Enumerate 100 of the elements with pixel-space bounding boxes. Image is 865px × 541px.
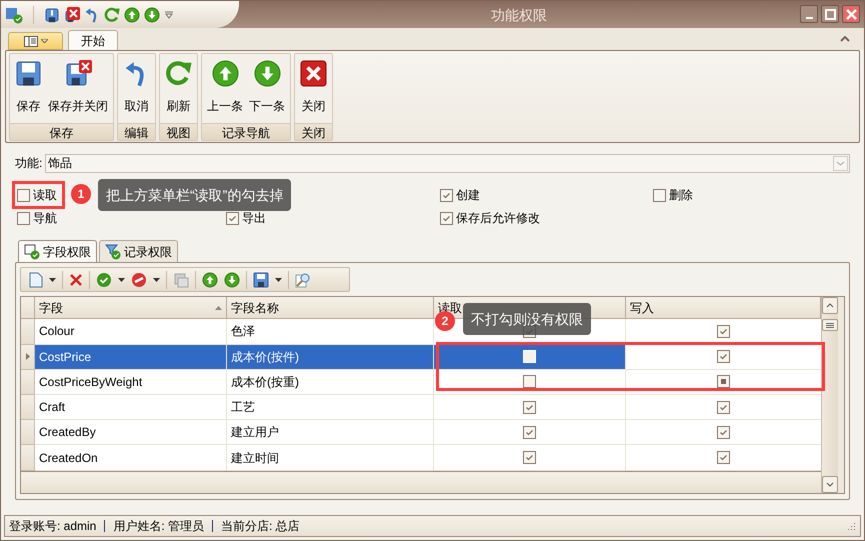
row-header-cell [21, 297, 35, 320]
checkbox-label: 删除 [669, 187, 693, 204]
app-icon[interactable] [5, 6, 23, 24]
checkbox[interactable] [717, 451, 730, 464]
checkbox[interactable] [717, 375, 730, 388]
maximize-icon [824, 8, 836, 20]
refresh-arrow-icon[interactable] [104, 6, 120, 22]
floppy-disk-x-icon[interactable] [64, 6, 80, 22]
collapse-ribbon-icon[interactable] [840, 36, 850, 42]
grip-icon [826, 322, 834, 328]
ribbon-group-label: 视图 [160, 123, 197, 140]
checkbox-label: 导出 [242, 210, 266, 227]
checkbox[interactable] [717, 426, 730, 439]
ribbon-group-label: 保存 [10, 123, 113, 140]
checkbox[interactable] [523, 400, 536, 414]
field-check-icon [24, 244, 40, 260]
current-row-icon [26, 353, 30, 360]
ribbon-button[interactable]: 保存 [12, 54, 45, 123]
caret-icon [40, 39, 48, 43]
callout-tooltip: 不打勾则没有权限 [463, 303, 591, 335]
refresh-arrow-icon [165, 60, 192, 87]
column-header-label: 字段 [39, 300, 63, 317]
column-header-label: 写入 [630, 300, 654, 317]
checkbox[interactable] [717, 350, 730, 364]
table-cell: 成本价(按件) [227, 344, 434, 370]
checkbox[interactable] [653, 188, 666, 202]
ribbon-group-label: 关闭 [295, 123, 332, 140]
funnel-check-icon [105, 244, 121, 260]
field-label: 功能: [15, 155, 44, 172]
application-menu-button[interactable] [8, 32, 63, 50]
checkbox[interactable] [17, 188, 30, 202]
checkbox[interactable] [523, 451, 536, 464]
chevron-up-icon [826, 303, 834, 308]
field-value: 饰品 [48, 155, 72, 172]
status-text: 当前分店: 总店 [221, 518, 300, 535]
ribbon-button[interactable]: 取消 [120, 54, 153, 123]
scroll-down-button[interactable] [822, 476, 838, 493]
chevron-down-icon [826, 482, 834, 487]
checkbox[interactable] [717, 400, 730, 414]
minimize-button[interactable] [800, 5, 818, 23]
checkbox-label: 读取 [33, 187, 57, 204]
checkbox[interactable] [17, 212, 30, 224]
checkbox-label: 创建 [456, 187, 480, 204]
window-title: 功能权限 [491, 6, 547, 25]
ribbon-button[interactable]: 上一条 [204, 54, 246, 123]
row-header-cell[interactable] [21, 370, 35, 395]
new-document-icon[interactable] [29, 272, 43, 288]
ribbon-tab[interactable]: 开始 [68, 30, 118, 50]
row-header-cell[interactable] [21, 394, 35, 420]
checkbox[interactable] [523, 426, 536, 439]
row-header-cell[interactable] [21, 420, 35, 446]
checkbox[interactable] [717, 324, 730, 338]
ribbon-button[interactable]: 关闭 [297, 54, 330, 123]
function-field[interactable]: 饰品 [45, 154, 850, 172]
check-circle-icon[interactable] [96, 272, 112, 288]
caret-icon[interactable] [275, 278, 282, 282]
caret-icon[interactable] [49, 278, 56, 282]
caret-icon[interactable] [118, 278, 125, 282]
prohibit-icon[interactable] [131, 272, 147, 288]
checkbox[interactable] [523, 375, 536, 388]
delete-icon[interactable] [69, 272, 83, 286]
ribbon-button[interactable]: 下一条 [246, 54, 288, 123]
magnifier-icon[interactable] [295, 272, 311, 288]
column-header[interactable]: 字段 [35, 297, 227, 320]
checkbox[interactable] [440, 188, 453, 202]
table-cell: CostPrice [35, 344, 227, 370]
ribbon-button[interactable]: 保存并关闭 [45, 54, 111, 123]
checkbox-label: 保存后允许修改 [456, 210, 540, 227]
resize-grip-icon [846, 521, 856, 531]
row-header-cell[interactable] [21, 319, 35, 345]
status-text: 用户姓名: 管理员 [113, 518, 204, 535]
tab[interactable]: 字段权限 [18, 240, 97, 262]
minimize-icon [806, 17, 812, 19]
panel-icon [24, 36, 38, 46]
customize-caret-icon[interactable] [164, 10, 174, 18]
ribbon-group-label: 记录导航 [202, 123, 290, 140]
checkbox[interactable] [440, 212, 453, 224]
column-header[interactable]: 字段名称 [227, 297, 434, 320]
step-number: 1 [71, 184, 91, 204]
tab[interactable]: 记录权限 [99, 240, 178, 262]
status-text: 登录账号: admin [9, 518, 96, 535]
scroll-up-button[interactable] [822, 297, 838, 314]
close-icon [300, 60, 327, 87]
caret-icon[interactable] [153, 278, 160, 282]
column-header-label: 字段名称 [231, 300, 279, 317]
row-header-cell[interactable] [21, 445, 35, 471]
row-header-cell[interactable] [21, 344, 35, 370]
maximize-button[interactable] [821, 5, 839, 23]
close-icon [846, 8, 856, 20]
ribbon-button[interactable]: 刷新 [162, 54, 195, 123]
highlight-frame [12, 181, 65, 209]
indeterminate-icon [721, 379, 726, 384]
vertical-scrollbar[interactable] [821, 297, 838, 493]
scroll-thumb[interactable] [822, 319, 838, 331]
close-button[interactable] [842, 5, 860, 23]
column-header[interactable]: 写入 [626, 297, 821, 320]
checkbox-label: 导航 [33, 210, 57, 227]
floppy-disk-x-icon [64, 60, 92, 87]
ribbon-group-label: 编辑 [118, 123, 155, 140]
checkbox[interactable] [226, 212, 239, 224]
